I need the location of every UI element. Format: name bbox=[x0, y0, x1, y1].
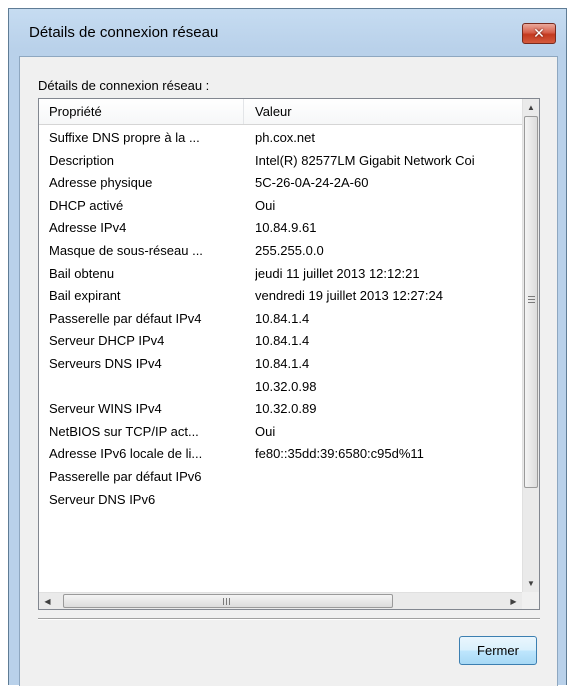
section-label: Détails de connexion réseau : bbox=[38, 78, 210, 93]
value-cell: fe80::35dd:39:6580:c95d%11 bbox=[255, 446, 424, 462]
list-rows: Suffixe DNS propre à la ... ph.cox.net De… bbox=[39, 125, 522, 593]
list-row[interactable]: 10.32.0.98 bbox=[39, 376, 522, 399]
property-cell: Serveur DNS IPv6 bbox=[49, 491, 156, 507]
list-row[interactable]: Serveur DNS IPv6 bbox=[39, 489, 522, 512]
list-header: Propriété Valeur bbox=[39, 99, 522, 125]
value-cell: 5C-26-0A-24-2A-60 bbox=[255, 175, 369, 191]
list-row[interactable]: Bail obtenu jeudi 11 juillet 2013 12:12:2… bbox=[39, 263, 522, 286]
horizontal-scrollbar[interactable]: ◀ ▶ bbox=[39, 592, 522, 609]
list-row[interactable]: Masque de sous-réseau ... 255.255.0.0 bbox=[39, 240, 522, 263]
list-row[interactable]: Serveur WINS IPv4 10.32.0.89 bbox=[39, 398, 522, 421]
value-cell: jeudi 11 juillet 2013 12:12:21 bbox=[255, 265, 420, 281]
details-list[interactable]: Propriété Valeur Suffixe DNS propre à la… bbox=[38, 98, 540, 610]
close-button[interactable]: ✕ bbox=[522, 23, 556, 44]
property-cell: Masque de sous-réseau ... bbox=[49, 242, 203, 258]
property-cell: Adresse IPv4 bbox=[49, 220, 127, 236]
value-cell: 10.84.1.4 bbox=[255, 333, 310, 349]
column-header-property[interactable]: Propriété bbox=[39, 99, 244, 124]
vertical-scrollbar[interactable]: ▲ ▼ bbox=[522, 99, 539, 592]
list-row[interactable]: Adresse IPv4 10.84.9.61 bbox=[39, 217, 522, 240]
list-row[interactable]: Adresse physique 5C-26-0A-24-2A-60 bbox=[39, 172, 522, 195]
list-row[interactable]: Suffixe DNS propre à la ... ph.cox.net bbox=[39, 127, 522, 150]
scrollbar-corner bbox=[522, 592, 539, 609]
list-row[interactable]: Adresse IPv6 locale de li... fe80::35dd:3… bbox=[39, 443, 522, 466]
property-cell: Description bbox=[49, 152, 115, 168]
scroll-right-arrow-icon[interactable]: ▶ bbox=[505, 593, 522, 609]
value-cell: 10.84.9.61 bbox=[255, 220, 317, 236]
separator bbox=[38, 618, 540, 620]
scroll-down-arrow-icon[interactable]: ▼ bbox=[523, 575, 539, 592]
vertical-scroll-thumb[interactable] bbox=[524, 116, 538, 488]
scroll-left-arrow-icon[interactable]: ◀ bbox=[39, 593, 56, 609]
property-cell: NetBIOS sur TCP/IP act... bbox=[49, 423, 199, 439]
value-cell: 10.84.1.4 bbox=[255, 355, 310, 371]
property-cell: Serveur WINS IPv4 bbox=[49, 401, 162, 417]
scroll-up-arrow-icon[interactable]: ▲ bbox=[523, 99, 539, 116]
value-cell: Oui bbox=[255, 423, 276, 439]
value-cell: 255.255.0.0 bbox=[255, 242, 324, 258]
list-row[interactable]: Serveur DHCP IPv4 10.84.1.4 bbox=[39, 330, 522, 353]
property-cell: Adresse physique bbox=[49, 175, 153, 191]
value-cell: 10.84.1.4 bbox=[255, 310, 310, 326]
dialog-window: Détails de connexion réseau ✕ Détails de… bbox=[8, 8, 567, 686]
value-cell: Oui bbox=[255, 197, 276, 213]
title-bar[interactable]: Détails de connexion réseau ✕ bbox=[9, 9, 566, 56]
property-cell: Passerelle par défaut IPv6 bbox=[49, 468, 202, 484]
list-row[interactable]: Passerelle par défaut IPv6 bbox=[39, 466, 522, 489]
property-cell: Bail expirant bbox=[49, 288, 121, 304]
close-icon: ✕ bbox=[533, 25, 545, 42]
property-cell: Serveur DHCP IPv4 bbox=[49, 333, 165, 349]
property-cell: Suffixe DNS propre à la ... bbox=[49, 130, 200, 145]
value-cell: 10.32.0.98 bbox=[255, 378, 317, 394]
value-cell: 10.32.0.89 bbox=[255, 401, 317, 417]
list-row[interactable]: DHCP activé Oui bbox=[39, 195, 522, 218]
list-row[interactable]: Bail expirant vendredi 19 juillet 2013 12… bbox=[39, 285, 522, 308]
value-cell: vendredi 19 juillet 2013 12:27:24 bbox=[255, 288, 443, 304]
value-cell: Intel(R) 82577LM Gigabit Network Coi bbox=[255, 152, 475, 168]
column-header-value[interactable]: Valeur bbox=[244, 99, 522, 124]
list-row[interactable]: NetBIOS sur TCP/IP act... Oui bbox=[39, 421, 522, 444]
close-dialog-button[interactable]: Fermer bbox=[459, 636, 537, 665]
value-cell: ph.cox.net bbox=[255, 130, 315, 145]
grip-icon bbox=[223, 598, 231, 605]
list-row[interactable]: Passerelle par défaut IPv4 10.84.1.4 bbox=[39, 308, 522, 331]
property-cell: Serveurs DNS IPv4 bbox=[49, 355, 162, 371]
dialog-client-area: Détails de connexion réseau : Propriété … bbox=[19, 56, 558, 686]
property-cell: Passerelle par défaut IPv4 bbox=[49, 310, 202, 326]
property-cell: DHCP activé bbox=[49, 197, 124, 213]
list-row[interactable]: Serveurs DNS IPv4 10.84.1.4 bbox=[39, 353, 522, 376]
property-cell: Adresse IPv6 locale de li... bbox=[49, 446, 203, 462]
window-title: Détails de connexion réseau bbox=[29, 24, 219, 41]
horizontal-scroll-thumb[interactable] bbox=[63, 594, 393, 608]
list-row[interactable]: Description Intel(R) 82577LM Gigabit Netw… bbox=[39, 150, 522, 173]
grip-icon bbox=[528, 296, 535, 304]
property-cell: Bail obtenu bbox=[49, 265, 115, 281]
